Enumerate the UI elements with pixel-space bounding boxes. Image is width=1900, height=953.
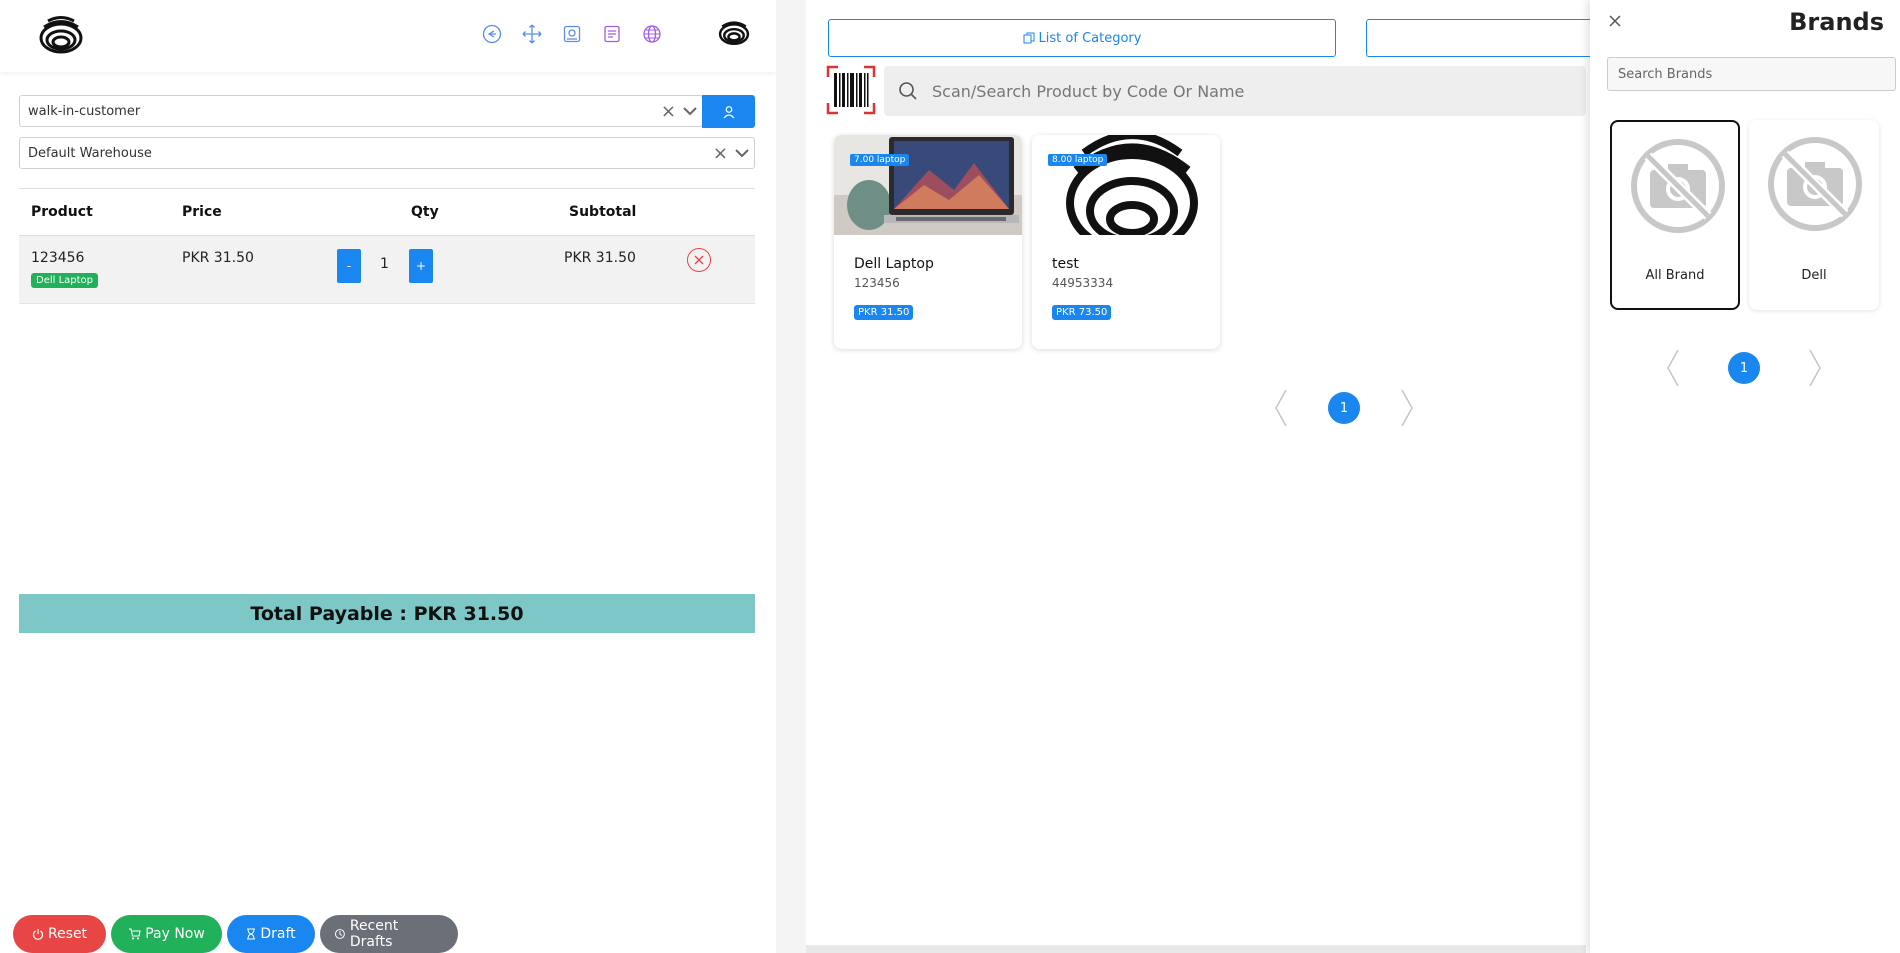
row-subtotal: PKR 31.50 <box>564 250 636 266</box>
qty-value[interactable]: 1 <box>380 256 389 272</box>
product-name-badge: Dell Laptop <box>31 273 99 288</box>
chevron-left-icon <box>1275 389 1287 427</box>
brand-card-all[interactable]: All Brand <box>1610 120 1740 310</box>
product-name: test <box>1052 256 1079 272</box>
next-page-button[interactable] <box>1800 346 1830 390</box>
copy-icon <box>1023 32 1035 44</box>
product-name: Dell Laptop <box>854 256 934 272</box>
increase-qty-button[interactable]: + <box>409 249 433 283</box>
column-header: Product <box>31 204 93 220</box>
power-icon <box>32 929 43 940</box>
stock-badge: 8.00 laptop <box>1048 154 1108 166</box>
product-price-badge: PKR 31.50 <box>854 305 914 320</box>
chevron-down-icon[interactable] <box>682 105 698 117</box>
stock-badge: 7.00 laptop <box>850 154 910 166</box>
user-icon <box>723 105 734 118</box>
product-panel: List of Category Scan/Search Product by … <box>806 0 1596 953</box>
reset-label: Reset <box>47 926 88 942</box>
pay-now-label: Pay Now <box>145 926 205 942</box>
next-page-button[interactable] <box>1392 386 1422 430</box>
list-category-button[interactable]: List of Category <box>828 19 1336 57</box>
app-logo[interactable] <box>38 12 84 58</box>
fullscreen-icon[interactable] <box>520 22 544 46</box>
product-card[interactable]: 8.00 laptop test 44953334 PKR 73.50 <box>1032 135 1220 349</box>
recent-drafts-label: Recent Drafts <box>349 918 399 950</box>
close-icon <box>694 255 704 265</box>
horizontal-scrollbar[interactable] <box>806 945 1586 953</box>
decrease-qty-button[interactable]: - <box>337 249 361 283</box>
hourglass-icon <box>247 928 256 940</box>
product-code: 123456 <box>31 250 85 266</box>
report-icon[interactable] <box>600 22 624 46</box>
chevron-right-icon <box>1401 389 1413 427</box>
product-price-badge: PKR 73.50 <box>1052 305 1112 320</box>
product-search[interactable] <box>884 66 1586 116</box>
warehouse-select-value: Default Warehouse <box>28 145 152 161</box>
cart-table: Product Price Qty Subtotal 123456 Dell L… <box>19 188 755 304</box>
product-pagination: 1 <box>1266 386 1422 430</box>
product-search-input[interactable] <box>932 81 1532 101</box>
pos-header <box>0 0 776 72</box>
pos-settings-icon[interactable] <box>560 22 584 46</box>
brand-pagination: 1 <box>1658 346 1830 390</box>
reset-button[interactable]: Reset <box>13 915 106 953</box>
pos-screen: walk-in-customer × Default Warehouse × P… <box>0 0 1900 953</box>
clear-icon[interactable]: × <box>661 101 676 122</box>
brand-label: Dell <box>1801 268 1827 283</box>
brand-card-dell[interactable]: Dell <box>1749 120 1879 310</box>
column-header: Qty <box>411 204 439 220</box>
action-buttons: Reset Pay Now Draft Recent Drafts <box>13 915 458 953</box>
drafts-icon <box>334 929 345 939</box>
brands-drawer: Brands All Brand <box>1590 0 1900 953</box>
add-customer-button[interactable] <box>702 95 755 128</box>
barcode-scanner-icon[interactable] <box>826 65 876 115</box>
draft-label: Draft <box>260 926 296 942</box>
brand-search-input[interactable] <box>1607 57 1896 91</box>
logout-icon[interactable] <box>480 22 504 46</box>
prev-page-button[interactable] <box>1658 346 1688 390</box>
list-brand-button[interactable] <box>1366 19 1596 57</box>
no-image-icon <box>1767 136 1863 232</box>
product-code: 44953334 <box>1052 276 1114 290</box>
header-toolbar <box>480 22 664 46</box>
table-row: 123456 Dell Laptop PKR 31.50 - 1 + PKR 3… <box>19 236 755 304</box>
product-price: PKR 31.50 <box>182 250 254 266</box>
total-payable: Total Payable : PKR 31.50 <box>19 594 755 633</box>
customer-select[interactable]: walk-in-customer × <box>19 95 703 127</box>
close-drawer-button[interactable] <box>1608 12 1622 33</box>
product-image <box>1032 135 1220 235</box>
page-number-button[interactable]: 1 <box>1328 392 1360 424</box>
chevron-down-icon[interactable] <box>734 147 750 159</box>
close-icon <box>1609 15 1621 27</box>
cart-icon <box>129 928 141 940</box>
remove-item-button[interactable] <box>687 248 711 272</box>
page-number-button[interactable]: 1 <box>1728 352 1760 384</box>
draft-button[interactable]: Draft <box>227 915 315 953</box>
customer-select-value: walk-in-customer <box>28 103 141 119</box>
chevron-right-icon <box>1809 349 1821 387</box>
product-image <box>834 135 1022 235</box>
drawer-title: Brands <box>1789 8 1884 36</box>
cart-table-header: Product Price Qty Subtotal <box>19 188 755 236</box>
brand-label: All Brand <box>1645 268 1705 283</box>
prev-page-button[interactable] <box>1266 386 1296 430</box>
recent-drafts-button[interactable]: Recent Drafts <box>320 915 458 953</box>
pay-now-button[interactable]: Pay Now <box>111 915 222 953</box>
product-code: 123456 <box>854 276 900 290</box>
no-image-icon <box>1630 138 1726 234</box>
search-icon <box>899 82 917 100</box>
panel-divider <box>776 0 806 953</box>
chevron-left-icon <box>1667 349 1679 387</box>
column-header: Price <box>182 204 222 220</box>
warehouse-select[interactable]: Default Warehouse × <box>19 137 755 169</box>
clear-icon[interactable]: × <box>713 143 728 164</box>
list-category-label: List of Category <box>1038 30 1142 46</box>
user-avatar[interactable] <box>718 16 750 48</box>
column-header: Subtotal <box>569 204 637 220</box>
cart-panel: walk-in-customer × Default Warehouse × P… <box>0 0 776 953</box>
product-card[interactable]: 7.00 laptop Dell Laptop 123456 PKR 31.50 <box>834 135 1022 349</box>
language-icon[interactable] <box>640 22 664 46</box>
